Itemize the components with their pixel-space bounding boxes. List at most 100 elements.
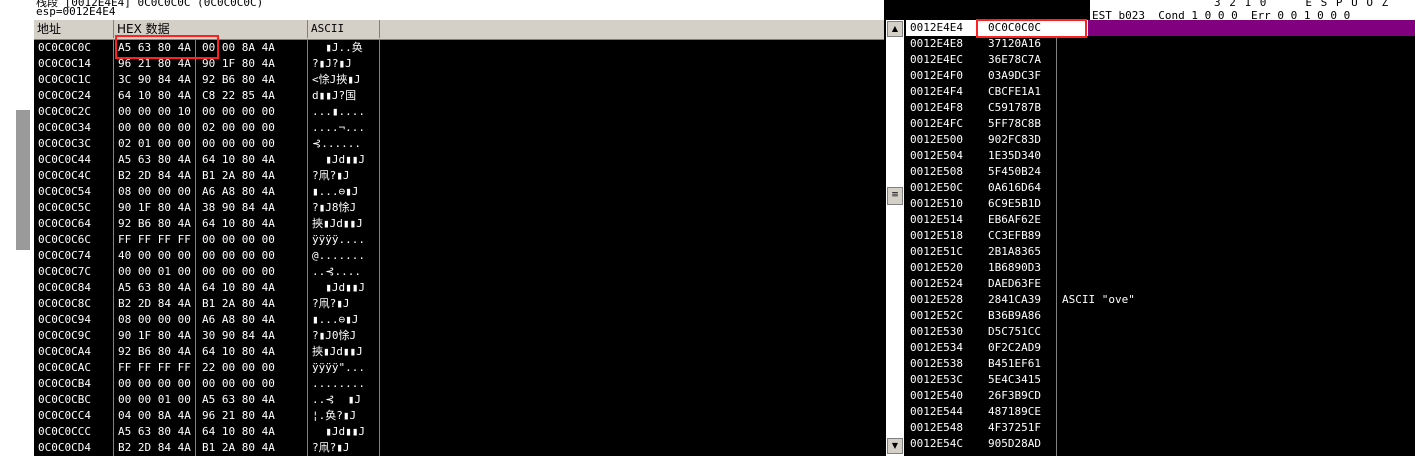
annotation-box-stack-value [976, 19, 1087, 38]
info-strip: 栈段 [0012E4E4] 0C0C0C0C (0C0C0C0C) esp=00… [34, 0, 884, 20]
stack-column-divider [1056, 20, 1057, 456]
dump-hex-bytes: 08 00 00 00 [118, 185, 191, 198]
dump-row[interactable]: 0C0C0C94 08 00 00 00 A6 A8 80 4A ▮...⊖▮J [34, 312, 884, 328]
triangle-down-icon[interactable]: ▼ [887, 438, 903, 454]
stack-address: 0012E52C [910, 309, 963, 322]
triangle-up-icon[interactable]: ▲ [887, 21, 903, 37]
dump-address: 0C0C0C84 [38, 281, 91, 294]
dump-row[interactable]: 0C0C0C2C 00 00 00 10 00 00 00 00 ...▮.... [34, 104, 884, 120]
stack-address: 0012E514 [910, 213, 963, 226]
dump-hex-bytes: 38 90 84 4A [202, 201, 275, 214]
dump-ascii: ▮Jd▮▮J [312, 281, 365, 294]
dump-row[interactable]: 0C0C0C24 64 10 80 4A C8 22 85 4A d▮▮J?国 [34, 88, 884, 104]
stack-address: 0012E548 [910, 421, 963, 434]
dump-hex-bytes: 00 00 00 00 [202, 233, 275, 246]
dump-row[interactable]: 0C0C0C6C FF FF FF FF 00 00 00 00 ÿÿÿÿ.... [34, 232, 884, 248]
dump-row[interactable]: 0C0C0C8C B2 2D 84 4A B1 2A 80 4A ?凧?▮J [34, 296, 884, 312]
dump-row[interactable]: 0C0C0C64 92 B6 80 4A 64 10 80 4A 挾▮Jd▮▮J [34, 216, 884, 232]
dump-row[interactable]: 0C0C0CD4 B2 2D 84 4A B1 2A 80 4A ?凧?▮J [34, 440, 884, 456]
stack-value: 0A616D64 [988, 181, 1041, 194]
dump-hex-bytes: 90 1F 80 4A [118, 329, 191, 342]
stack-address: 0012E4E8 [910, 37, 963, 50]
column-header-address[interactable]: 地址 [34, 20, 114, 38]
dump-row[interactable]: 0C0C0C74 40 00 00 00 00 00 00 00 @....... [34, 248, 884, 264]
dump-ascii: ÿÿÿÿ.... [312, 233, 365, 246]
dump-row[interactable]: 0C0C0CA4 92 B6 80 4A 64 10 80 4A 挾▮Jd▮▮J [34, 344, 884, 360]
stack-address: 0012E508 [910, 165, 963, 178]
stack-address: 0012E4EC [910, 53, 963, 66]
dump-hex-bytes: B1 2A 80 4A [202, 169, 275, 182]
dump-row[interactable]: 0C0C0C54 08 00 00 00 A6 A8 80 4A ▮...⊖▮J [34, 184, 884, 200]
dump-row[interactable]: 0C0C0CC4 04 00 8A 4A 96 21 80 4A ¦.奂?▮J [34, 408, 884, 424]
registers-flags-text: 3 2 1 0 E S P U O Z [1092, 0, 1390, 9]
stack-address: 0012E500 [910, 133, 963, 146]
stack-address: 0012E544 [910, 405, 963, 418]
dump-row[interactable]: 0C0C0C4C B2 2D 84 4A B1 2A 80 4A ?凧?▮J [34, 168, 884, 184]
dump-hex-bytes: B2 2D 84 4A [118, 441, 191, 454]
dump-row[interactable]: 0C0C0C5C 90 1F 80 4A 38 90 84 4A ?▮J8悇J [34, 200, 884, 216]
stack-address: 0012E51C [910, 245, 963, 258]
dump-address: 0C0C0CBC [38, 393, 91, 406]
stack-comment: ASCII "ove" [1062, 293, 1135, 306]
dump-row[interactable]: 0C0C0C84 A5 63 80 4A 64 10 80 4A ▮Jd▮▮J [34, 280, 884, 296]
stack-value: 1E35D340 [988, 149, 1041, 162]
stack-top-highlight [1088, 20, 1415, 36]
dump-vertical-scrollbar[interactable]: ▲ ≡ ▼ [886, 20, 904, 456]
registers-status-text: EST b023 Cond 1 0 0 0 Err 0 0 1 0 0 0 [1092, 9, 1351, 20]
dump-ascii: ÿÿÿÿ"... [312, 361, 365, 374]
dump-row[interactable]: 0C0C0CAC FF FF FF FF 22 00 00 00 ÿÿÿÿ"... [34, 360, 884, 376]
dump-address: 0C0C0C14 [38, 57, 91, 70]
stack-value: 2841CA39 [988, 293, 1041, 306]
dump-row[interactable]: 0C0C0C44 A5 63 80 4A 64 10 80 4A ▮Jd▮▮J [34, 152, 884, 168]
dump-ascii: ▮...⊖▮J [312, 185, 359, 198]
stack-value: CBCFE1A1 [988, 85, 1041, 98]
dump-hex-bytes: 02 00 00 00 [202, 121, 275, 134]
stack-value: 5F450B24 [988, 165, 1041, 178]
dump-hex-bytes: 00 00 00 00 [202, 265, 275, 278]
dump-hex-bytes: 90 1F 80 4A [118, 201, 191, 214]
dump-row[interactable]: 0C0C0CB4 00 00 00 00 00 00 00 00........ [34, 376, 884, 392]
dump-address: 0C0C0C5C [38, 201, 91, 214]
dump-address: 0C0C0C6C [38, 233, 91, 246]
dump-row[interactable]: 0C0C0CBC 00 00 01 00 A5 63 80 4A ..⊰ ▮J [34, 392, 884, 408]
stack-address: 0012E530 [910, 325, 963, 338]
dump-address: 0C0C0C94 [38, 313, 91, 326]
dump-address: 0C0C0C9C [38, 329, 91, 342]
dump-hex-bytes: 00 00 00 00 [118, 121, 191, 134]
dump-hex-bytes: A5 63 80 4A [118, 281, 191, 294]
dump-hex-bytes: 64 10 80 4A [118, 89, 191, 102]
dump-hex-bytes: 64 10 80 4A [202, 153, 275, 166]
dump-hex-bytes: 00 00 00 00 [118, 377, 191, 390]
dump-ascii: @....... [312, 249, 365, 262]
dump-row[interactable]: 0C0C0C1C 3C 90 84 4A 92 B6 80 4A <悇J挾▮J [34, 72, 884, 88]
dump-hex-bytes: 00 00 00 00 [202, 137, 275, 150]
dump-hex-bytes: C8 22 85 4A [202, 89, 275, 102]
dump-row[interactable]: 0C0C0CCC A5 63 80 4A 64 10 80 4A ▮Jd▮▮J [34, 424, 884, 440]
dump-row[interactable]: 0C0C0C3C 02 01 00 00 00 00 00 00 ⊰...... [34, 136, 884, 152]
dump-row[interactable]: 0C0C0C34 00 00 00 00 02 00 00 00 ....¬... [34, 120, 884, 136]
dump-hex-bytes: 64 10 80 4A [202, 425, 275, 438]
stack-value: 2B1A8365 [988, 245, 1041, 258]
dump-hex-bytes: FF FF FF FF [118, 361, 191, 374]
dump-row[interactable]: 0C0C0C9C 90 1F 80 4A 30 90 84 4A ?▮J0悇J [34, 328, 884, 344]
gutter-scroll-indicator[interactable] [16, 110, 30, 250]
dump-hex-bytes: 00 00 00 00 [202, 105, 275, 118]
stack-address: 0012E50C [910, 181, 963, 194]
hex-dump-pane[interactable]: 0C0C0C0C A5 63 80 4A 00 00 8A 4A ▮J..奂 0C0C… [34, 40, 884, 456]
dump-hex-bytes: B2 2D 84 4A [118, 297, 191, 310]
column-header-ascii[interactable]: ASCII [308, 20, 380, 38]
dump-hex-bytes: 64 10 80 4A [202, 345, 275, 358]
stack-address: 0012E518 [910, 229, 963, 242]
dump-address: 0C0C0CAC [38, 361, 91, 374]
dump-row[interactable]: 0C0C0C7C 00 00 01 00 00 00 00 00 ..⊰.... [34, 264, 884, 280]
dump-address: 0C0C0C8C [38, 297, 91, 310]
stack-value: 1B6890D3 [988, 261, 1041, 274]
dump-ascii: ?凧?▮J [312, 297, 350, 310]
dump-address: 0C0C0CB4 [38, 377, 91, 390]
stack-value: DAED63FE [988, 277, 1041, 290]
grip-icon[interactable]: ≡ [887, 187, 903, 205]
dump-hex-bytes: 00 00 00 00 [202, 377, 275, 390]
stack-value: B36B9A86 [988, 309, 1041, 322]
dump-ascii: ?凧?▮J [312, 169, 350, 182]
dump-ascii: 挾▮Jd▮▮J [312, 345, 363, 358]
